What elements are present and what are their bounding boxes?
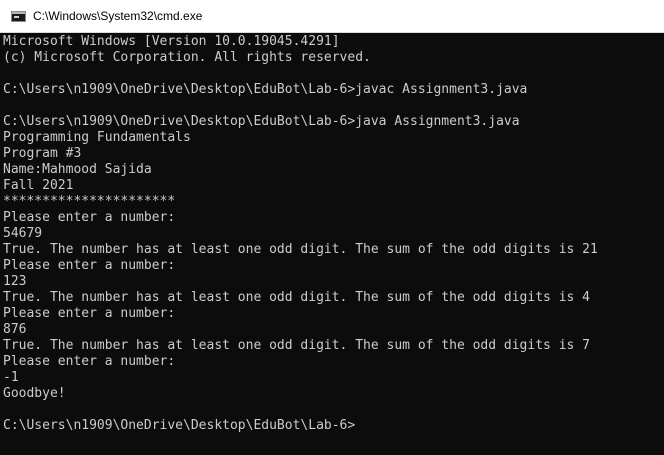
- console-line: Programming Fundamentals: [3, 130, 191, 145]
- cmd-window: C:\Windows\System32\cmd.exe Microsoft Wi…: [0, 0, 664, 455]
- console-line: Please enter a number:: [3, 306, 176, 321]
- console-line: C:\Users\n1909\OneDrive\Desktop\EduBot\L…: [3, 114, 520, 129]
- console-line: 876: [3, 322, 27, 337]
- console-prompt-line: C:\Users\n1909\OneDrive\Desktop\EduBot\L…: [3, 418, 356, 433]
- console-window-icon[interactable]: [11, 11, 26, 22]
- console-line: 123: [3, 274, 27, 289]
- console-line: Goodbye!: [3, 386, 66, 401]
- console-line: -1: [3, 370, 19, 385]
- console-line: Program #3: [3, 146, 82, 161]
- console-line: C:\Users\n1909\OneDrive\Desktop\EduBot\L…: [3, 82, 528, 97]
- console-line: **********************: [3, 194, 176, 209]
- console-line: 54679: [3, 226, 43, 241]
- console-line: Name:Mahmood Sajida: [3, 162, 152, 177]
- console-line: True. The number has at least one odd di…: [3, 338, 590, 353]
- title-bar[interactable]: C:\Windows\System32\cmd.exe: [0, 0, 664, 33]
- console-line: Please enter a number:: [3, 210, 176, 225]
- console-line: Please enter a number:: [3, 354, 176, 369]
- console-line: (c) Microsoft Corporation. All rights re…: [3, 50, 371, 65]
- console-line: True. The number has at least one odd di…: [3, 290, 590, 305]
- console-line: Please enter a number:: [3, 258, 176, 273]
- console-line: Microsoft Windows [Version 10.0.19045.42…: [3, 34, 340, 49]
- console-line: True. The number has at least one odd di…: [3, 242, 598, 257]
- console-line: Fall 2021: [3, 178, 74, 193]
- console-output[interactable]: Microsoft Windows [Version 10.0.19045.42…: [3, 34, 663, 454]
- window-title: C:\Windows\System32\cmd.exe: [33, 9, 203, 23]
